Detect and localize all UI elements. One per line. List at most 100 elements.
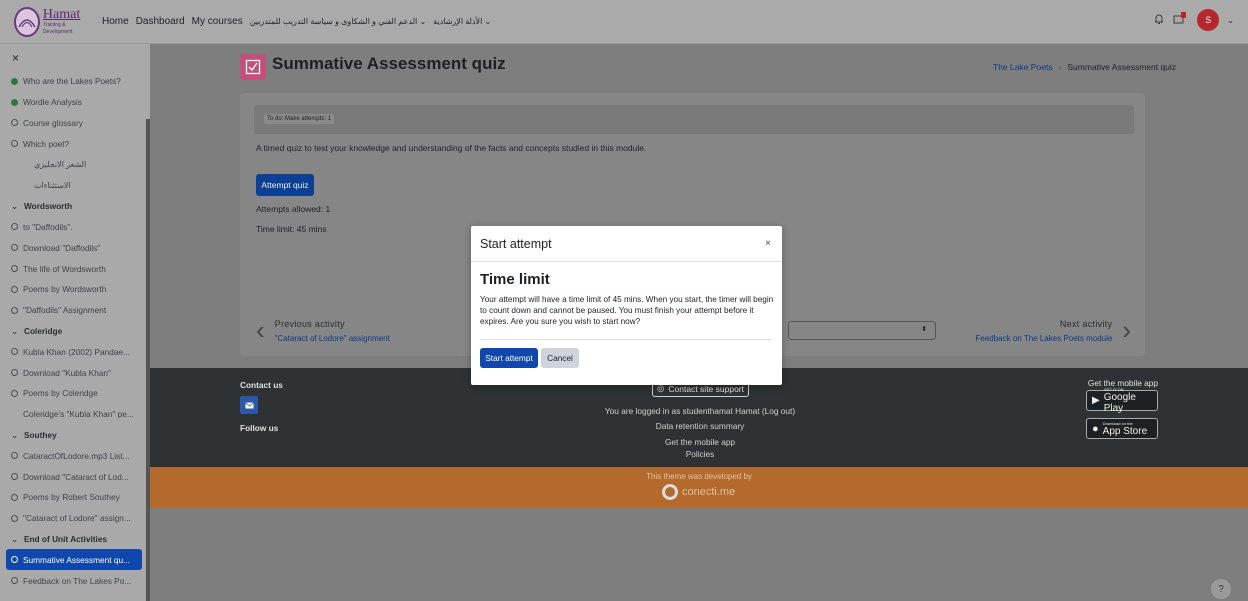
incomplete-icon: [11, 493, 18, 501]
nav-my-courses[interactable]: My courses: [192, 16, 243, 27]
chat-icon[interactable]: [1173, 11, 1189, 29]
sidebar-item-label: The life of Wordsworth: [23, 263, 106, 274]
sidebar-item[interactable]: Which poet?: [0, 133, 150, 154]
app-store-badge[interactable]: ● Download on the App Store: [1086, 418, 1158, 439]
sidebar-item[interactable]: to "Daffodils".: [0, 217, 150, 238]
time-limit-message: Your attempt will have a time limit of 4…: [480, 295, 774, 326]
sidebar-item[interactable]: الشعر الانجليزي: [0, 154, 150, 175]
sidebar-item[interactable]: "Cataract of Lodore" assign...: [0, 508, 150, 529]
time-limit: Time limit: 45 mins: [256, 224, 327, 234]
next-activity-heading: Next activity: [1059, 318, 1113, 329]
attempts-allowed: Attempts allowed: 1: [256, 204, 331, 214]
chevron-down-icon[interactable]: ⌄: [11, 326, 18, 336]
site-logo[interactable]: Hamat Training & Development: [14, 5, 88, 39]
sidebar-item[interactable]: Feedback on The Lakes Po...: [0, 570, 150, 591]
jump-to-select[interactable]: ⬍: [788, 321, 936, 340]
primary-navigation: Home Dashboard My courses الدعم الفني و …: [102, 16, 491, 27]
incomplete-icon: [11, 348, 18, 356]
nav-guides-menu[interactable]: الأدلة الإرشادية ⌄: [433, 17, 491, 26]
breadcrumb-separator-icon: ›: [1058, 62, 1062, 72]
data-retention-link[interactable]: Data retention summary: [550, 421, 850, 431]
sidebar-item[interactable]: Download "Daffodils": [0, 237, 150, 258]
breadcrumb: The Lake Poets › Summative Assessment quiz: [993, 62, 1176, 72]
close-drawer-button[interactable]: ×: [0, 44, 150, 71]
user-avatar[interactable]: S: [1197, 9, 1220, 31]
sidebar-item[interactable]: Poems by Wordsworth: [0, 279, 150, 300]
start-attempt-button[interactable]: Start attempt: [480, 348, 538, 368]
sidebar-item[interactable]: Poems by Robert Southey: [0, 487, 150, 508]
sidebar-item[interactable]: Course glossary: [0, 113, 150, 134]
sidebar-item-label: Poems by Robert Southey: [23, 492, 120, 503]
next-activity-title[interactable]: Feedback on The Lakes Poets module: [976, 334, 1113, 343]
nav-support-menu[interactable]: الدعم الفني و الشكاوى و سياسة التدريب لل…: [250, 17, 426, 26]
logged-in-info[interactable]: You are logged in as studenthamat Hamat …: [550, 406, 850, 416]
sidebar-item[interactable]: Download "Kubla Khan": [0, 362, 150, 383]
bell-icon[interactable]: [1153, 13, 1165, 28]
sidebar-item-label: Wordsworth: [23, 201, 73, 212]
help-button[interactable]: ?: [1211, 579, 1231, 599]
sidebar-item[interactable]: Summative Assessment qu...: [6, 549, 142, 571]
attempt-quiz-button[interactable]: Attempt quiz: [256, 174, 314, 196]
sidebar-section[interactable]: ⌄ Southey: [0, 425, 150, 446]
contact-us-heading: Contact us: [240, 380, 283, 390]
sidebar-item[interactable]: Download "Cataract of Lod...: [0, 466, 150, 487]
course-index-list: Who are the Lakes Poets? Wordle Analysis C…: [0, 71, 150, 591]
chevron-down-icon[interactable]: ⌄: [11, 534, 18, 544]
breadcrumb-link[interactable]: The Lake Poets: [993, 62, 1053, 72]
previous-activity-link[interactable]: ‹ Previous activity "Cataract of Lodore"…: [256, 315, 400, 346]
completion-requirements: To do: Make attempts: 1: [254, 105, 1134, 134]
dialog-divider: [480, 339, 772, 340]
developed-by-text: This theme was developed by: [646, 472, 752, 481]
sidebar-item-label: Which poet?: [23, 138, 70, 149]
google-play-label: Google Play: [1103, 392, 1136, 414]
sidebar-item[interactable]: Coleridge's "Kubla Khan" pe...: [0, 404, 150, 425]
sidebar-item[interactable]: "Daffodils" Assignment: [0, 300, 150, 321]
contact-support-label: Contact site support: [668, 383, 745, 394]
sidebar-item-label: Feedback on The Lakes Po...: [23, 575, 132, 586]
sidebar-item-label: to "Daffodils".: [23, 221, 73, 232]
sidebar-item-label: Who are the Lakes Poets?: [23, 76, 121, 87]
policies-link[interactable]: Policies: [550, 449, 850, 459]
incomplete-icon: [11, 389, 18, 397]
mail-icon[interactable]: [240, 396, 258, 414]
incomplete-icon: [11, 140, 18, 148]
chevron-down-icon[interactable]: ⌄: [1227, 16, 1234, 25]
next-activity-link[interactable]: Next activity Feedback on The Lakes Poet…: [966, 315, 1132, 346]
logo-emblem-icon: [14, 6, 40, 37]
sidebar-section[interactable]: ⌄ Wordsworth: [0, 196, 150, 217]
conectime-logo[interactable]: conecti.me: [662, 484, 735, 500]
sidebar-item[interactable]: الاستثناءات: [0, 175, 150, 196]
sidebar-item[interactable]: CataractOfLodore.mp3 List...: [0, 445, 150, 466]
logo-subtext: Training & Development: [42, 21, 73, 35]
logo-text: Hamat: [42, 6, 81, 22]
nav-home[interactable]: Home: [102, 16, 129, 27]
chevron-down-icon[interactable]: ⌄: [11, 430, 18, 440]
quiz-icon: [240, 54, 266, 80]
incomplete-icon: [11, 285, 18, 293]
sidebar-item[interactable]: Kubla Khan (2002) Pandae...: [0, 341, 150, 362]
top-navbar: Hamat Training & Development Home Dashbo…: [0, 0, 1248, 44]
sidebar-item[interactable]: Wordle Analysis: [0, 92, 150, 113]
nav-dashboard[interactable]: Dashboard: [136, 16, 185, 27]
sidebar-section[interactable]: ⌄ Coleridge: [0, 321, 150, 342]
sidebar-section[interactable]: ⌄ End of Unit Activities: [0, 529, 150, 550]
google-play-badge[interactable]: ▶ GET IT ON Google Play: [1086, 387, 1158, 414]
sidebar-item-label: Southey: [23, 429, 57, 440]
chevron-left-icon: ‹: [256, 315, 265, 345]
previous-activity-title[interactable]: "Cataract of Lodore" assignment: [275, 334, 390, 343]
close-icon[interactable]: ×: [765, 238, 771, 249]
chevron-right-icon: ›: [1122, 315, 1131, 345]
sidebar-item-label: Coleridge's "Kubla Khan" pe...: [23, 409, 134, 420]
get-mobile-app-link[interactable]: Get the mobile app: [550, 437, 850, 447]
cancel-button[interactable]: Cancel: [541, 348, 579, 368]
chevron-down-icon[interactable]: ⌄: [11, 201, 18, 211]
course-index-drawer: × Who are the Lakes Poets? Wordle Analysi…: [0, 44, 150, 601]
sidebar-item[interactable]: Who are the Lakes Poets?: [0, 71, 150, 92]
sidebar-item[interactable]: The life of Wordsworth: [0, 258, 150, 279]
incomplete-icon: [11, 265, 18, 273]
sidebar-item-label: CataractOfLodore.mp3 List...: [23, 450, 130, 461]
page-title: Summative Assessment quiz: [272, 54, 506, 73]
sidebar-item[interactable]: Poems by Coleridge: [0, 383, 150, 404]
incomplete-icon: [11, 577, 18, 585]
conectime-icon: [662, 484, 678, 500]
